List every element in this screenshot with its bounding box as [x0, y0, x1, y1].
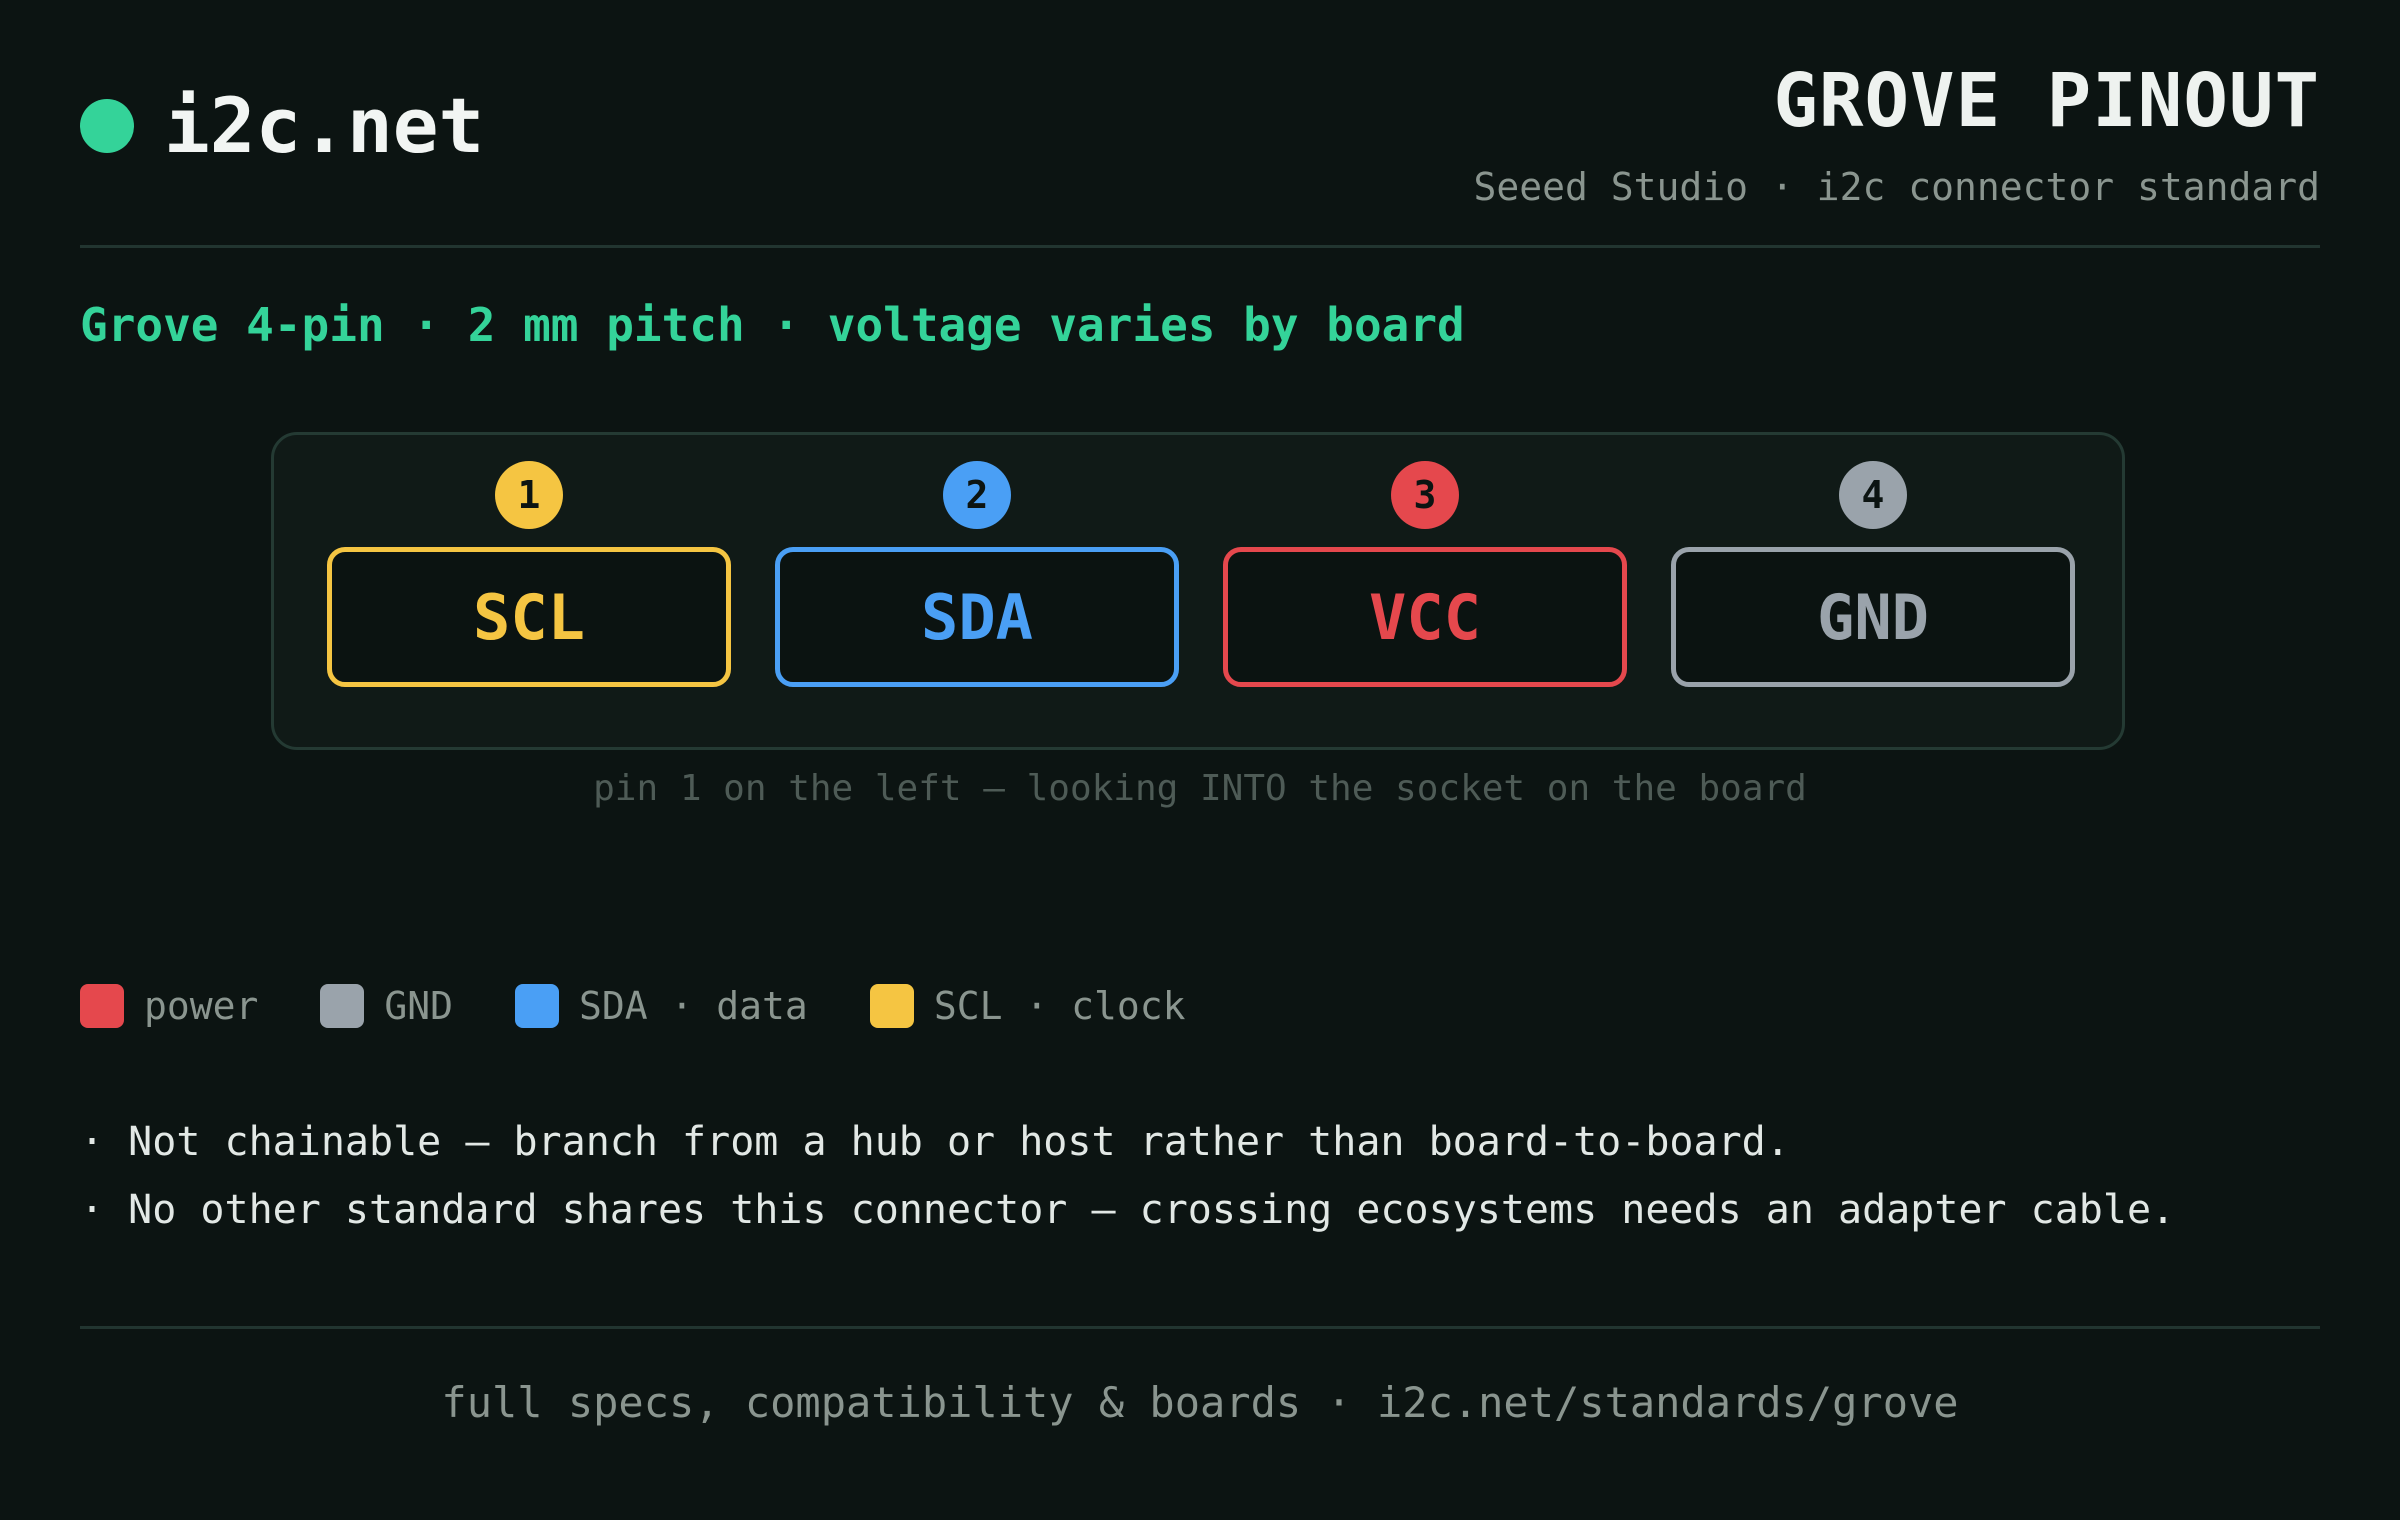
pin-number-badge: 2	[943, 461, 1011, 529]
footer-link-text: full specs, compatibility & boards · i2c…	[441, 1378, 1959, 1427]
pin-number-badge: 4	[1839, 461, 1907, 529]
pin-1: 1 SCL	[327, 461, 731, 687]
brand-dot-icon	[80, 99, 134, 153]
title-block: GROVE PINOUT Seeed Studio · i2c connecto…	[1474, 64, 2320, 206]
connector-caption: pin 1 on the left — looking INTO the soc…	[593, 768, 1807, 809]
brand: i2c.net	[80, 88, 484, 164]
legend-swatch	[320, 984, 365, 1028]
page-title: GROVE PINOUT	[1773, 58, 2320, 144]
pin-number-badge: 1	[495, 461, 563, 529]
brand-name: i2c.net	[164, 81, 485, 170]
pin-label-box: SDA	[775, 547, 1179, 687]
legend-item-sda: SDA · data	[515, 984, 808, 1028]
legend-swatch	[80, 984, 124, 1028]
legend-label: GND	[384, 984, 454, 1028]
legend-item-scl: SCL · clock	[869, 984, 1186, 1028]
notes-list: · Not chainable — branch from a hub or h…	[80, 1108, 2175, 1244]
legend-label: SDA · data	[579, 984, 808, 1028]
legend: power GND SDA · data SCL · clock	[80, 984, 1247, 1028]
header-divider	[80, 245, 2320, 248]
legend-swatch	[869, 984, 914, 1028]
pin-2: 2 SDA	[775, 461, 1179, 687]
footer-divider	[80, 1326, 2320, 1329]
pin-number-badge: 3	[1391, 461, 1459, 529]
legend-label: SCL · clock	[933, 984, 1186, 1028]
spec-line: Grove 4-pin · 2 mm pitch · voltage varie…	[80, 298, 1465, 352]
legend-swatch	[515, 984, 560, 1028]
pin-4: 4 GND	[1671, 461, 2075, 687]
pin-3: 3 VCC	[1223, 461, 1627, 687]
note-item: · No other standard shares this connecto…	[80, 1187, 2176, 1233]
connector-diagram: 1 SCL 2 SDA 3 VCC 4 GND	[271, 432, 2125, 750]
legend-label: power	[144, 984, 259, 1028]
pin-label-box: VCC	[1223, 547, 1627, 687]
pin-label-box: GND	[1671, 547, 2075, 687]
note-item: · Not chainable — branch from a hub or h…	[80, 1119, 1790, 1165]
legend-item-power: power	[80, 984, 258, 1028]
pin-label-box: SCL	[327, 547, 731, 687]
legend-item-gnd: GND	[320, 984, 453, 1028]
page-subtitle: Seeed Studio · i2c connector standard	[1473, 165, 2320, 209]
